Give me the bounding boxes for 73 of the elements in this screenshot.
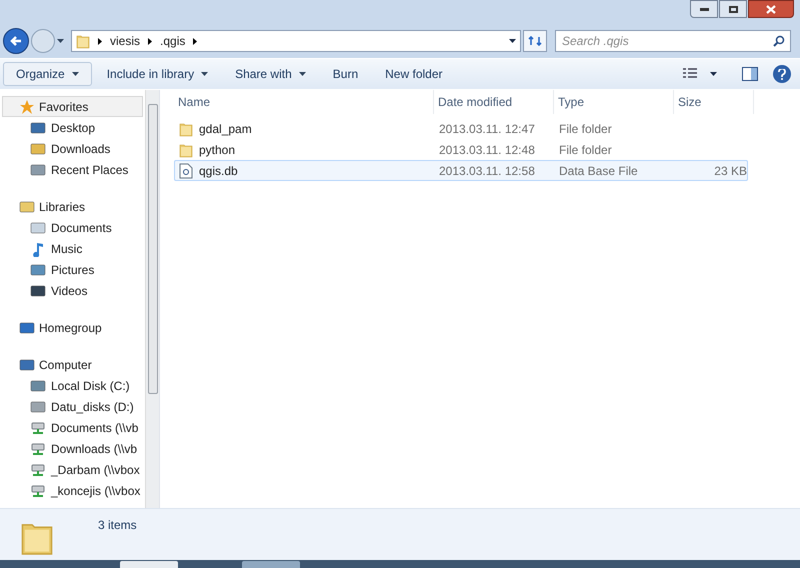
refresh-button[interactable] bbox=[523, 30, 547, 52]
sidebar-item[interactable]: Recent Places bbox=[2, 159, 143, 180]
scrollbar[interactable] bbox=[145, 90, 159, 508]
star-icon bbox=[19, 98, 35, 114]
column-header[interactable]: Name bbox=[174, 90, 434, 114]
address-bar[interactable]: viesis .qgis bbox=[71, 30, 521, 52]
file-row[interactable]: gdal_pam 2013.03.11. 12:47 File folder bbox=[174, 118, 748, 139]
sidebar-item[interactable]: Documents (\\vb bbox=[2, 417, 143, 438]
table-cell-text: 23 KB bbox=[713, 162, 747, 180]
caret-icon bbox=[72, 72, 79, 76]
chevron-icon bbox=[98, 38, 102, 44]
search-icon bbox=[773, 35, 785, 47]
question-mark-icon bbox=[778, 68, 786, 80]
toolbar-button[interactable]: Share with bbox=[223, 62, 318, 86]
close-icon bbox=[766, 4, 776, 14]
pane-icon bbox=[742, 67, 758, 81]
network-drive-icon bbox=[30, 482, 46, 498]
sidebar-item[interactable]: _Darbam (\\vbox bbox=[2, 459, 143, 480]
sidebar-item[interactable]: Desktop bbox=[2, 117, 143, 138]
music-note-icon bbox=[30, 240, 46, 256]
caret-icon bbox=[57, 39, 64, 43]
sidebar-item[interactable]: Music bbox=[2, 238, 143, 259]
chevron-icon bbox=[193, 38, 198, 44]
network-drive-icon bbox=[30, 462, 46, 478]
toolbar-button[interactable]: Burn bbox=[320, 62, 370, 86]
column-header[interactable]: Size bbox=[674, 90, 754, 114]
caret-icon bbox=[710, 72, 717, 76]
sidebar-item[interactable]: Pictures bbox=[2, 259, 143, 280]
network-drive-icon bbox=[30, 440, 46, 456]
table-cell-text: Data Base File bbox=[558, 162, 639, 180]
sidebar-item[interactable]: Local Disk (C:) bbox=[2, 375, 143, 396]
left-arrow-icon bbox=[10, 35, 22, 47]
breadcrumb[interactable]: viesis bbox=[110, 32, 140, 50]
sidebar-item[interactable]: Favorites bbox=[2, 96, 143, 117]
table-cell-text: 2013.03.11. 12:47 bbox=[438, 120, 536, 138]
close-button[interactable] bbox=[748, 0, 794, 18]
file-row[interactable]: python 2013.03.11. 12:48 File folder bbox=[174, 139, 748, 160]
sidebar-item[interactable]: Libraries bbox=[2, 196, 143, 217]
file-name: qgis.db bbox=[199, 162, 238, 180]
table-cell-text: 2013.03.11. 12:58 bbox=[438, 162, 536, 180]
refresh-arrows-icon bbox=[528, 35, 542, 47]
column-header[interactable]: Date modified bbox=[434, 90, 554, 114]
toolbar-button[interactable]: Organize bbox=[3, 62, 92, 86]
restore-button[interactable] bbox=[719, 0, 747, 18]
table-cell-text: 2013.03.11. 12:48 bbox=[438, 142, 536, 158]
file-row[interactable]: qgis.db 2013.03.11. 12:58 Data Base File 23 KB bbox=[174, 160, 748, 181]
sidebar-item[interactable]: Downloads bbox=[2, 138, 143, 159]
table-cell-text: File folder bbox=[558, 142, 613, 158]
caret-icon bbox=[298, 72, 306, 76]
sidebar-item[interactable]: Computer bbox=[2, 354, 143, 375]
caret-icon bbox=[509, 39, 516, 43]
chevron-icon bbox=[148, 38, 152, 44]
network-drive-icon bbox=[30, 420, 46, 436]
breadcrumb[interactable]: .qgis bbox=[160, 32, 186, 50]
sidebar-item[interactable]: Homegroup bbox=[2, 317, 143, 338]
file-name: gdal_pam bbox=[199, 120, 252, 138]
column-header[interactable]: Type bbox=[554, 90, 674, 114]
details-view-icon bbox=[682, 68, 698, 80]
table-cell-text: File folder bbox=[558, 120, 613, 138]
file-name: python bbox=[199, 142, 236, 158]
toolbar-button[interactable]: Include in library bbox=[94, 62, 220, 86]
sidebar-item[interactable]: _koncejis (\\vbox bbox=[2, 480, 143, 501]
caret-icon bbox=[201, 72, 208, 76]
back-button[interactable] bbox=[3, 28, 29, 54]
sidebar-item[interactable]: Videos bbox=[2, 280, 143, 301]
sidebar-item[interactable]: Documents bbox=[2, 217, 143, 238]
toolbar-button[interactable]: New folder bbox=[373, 62, 454, 86]
sidebar-item[interactable]: Downloads (\\vb bbox=[2, 438, 143, 459]
help-button[interactable] bbox=[773, 65, 791, 83]
search-field[interactable]: Search .qgis bbox=[555, 30, 791, 52]
item-count: 3 items bbox=[98, 517, 137, 534]
minimize-button[interactable] bbox=[690, 0, 718, 18]
sidebar-item[interactable]: Datu_disks (D:) bbox=[2, 396, 143, 417]
